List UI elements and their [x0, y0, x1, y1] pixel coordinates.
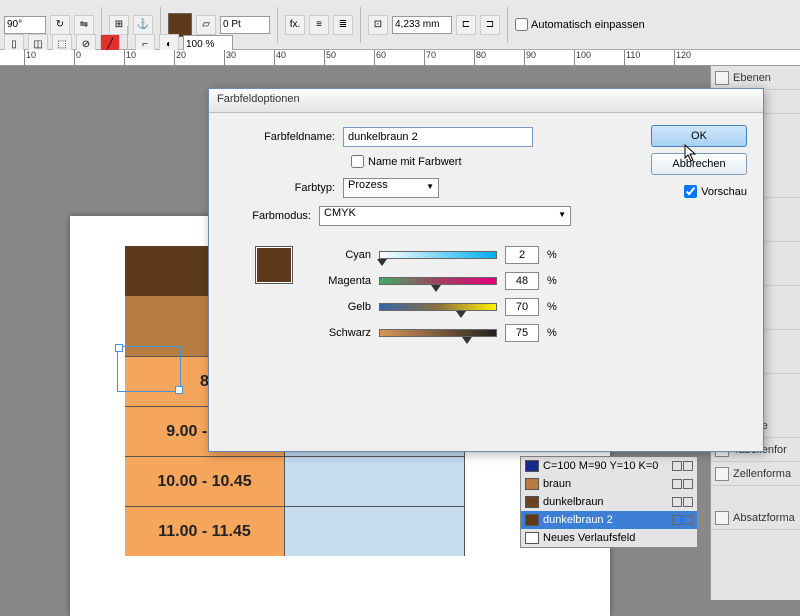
cyan-slider[interactable] — [379, 251, 497, 259]
cellstyle-icon — [715, 467, 729, 481]
swatch-row[interactable]: Neues Verlaufsfeld — [521, 529, 697, 547]
yellow-value-input[interactable] — [505, 298, 539, 316]
swatch-chip — [525, 496, 539, 508]
swatch-type-icon — [672, 461, 682, 471]
frame-fit-icon[interactable]: ⊡ — [368, 15, 388, 35]
cancel-button[interactable]: Abbrechen — [651, 153, 747, 175]
preview-checkbox[interactable]: Vorschau — [651, 185, 747, 198]
fit-icon-1[interactable]: ⊏ — [456, 15, 476, 35]
swatch-type-icon — [672, 497, 682, 507]
swatch-chip — [525, 532, 539, 544]
panel-ebenen[interactable]: Ebenen — [711, 66, 800, 90]
magenta-label: Magenta — [305, 275, 371, 287]
swatch-chip — [525, 514, 539, 526]
type-label: Farbtyp: — [225, 182, 343, 194]
magenta-slider[interactable] — [379, 277, 497, 285]
wrap-icon[interactable]: ≡ — [309, 15, 329, 35]
color-preview-swatch — [255, 246, 293, 284]
color-type-select[interactable]: Prozess — [343, 178, 439, 198]
panel-zellenforma[interactable]: Zellenforma — [711, 462, 800, 486]
swatch-chip — [525, 478, 539, 490]
dialog-title: Farbfeldoptionen — [209, 89, 763, 113]
black-label: Schwarz — [305, 327, 371, 339]
name-label: Farbfeldname: — [225, 131, 343, 143]
black-value-input[interactable] — [505, 324, 539, 342]
swatch-options-dialog: Farbfeldoptionen OK Abbrechen Vorschau F… — [208, 88, 764, 452]
swatch-mode-icon — [683, 461, 693, 471]
swatch-type-icon — [672, 479, 682, 489]
time-cell: 11.00 - 11.45 — [125, 507, 285, 556]
panel-absatzforma[interactable]: Absatzforma — [711, 506, 800, 530]
swatch-row[interactable]: braun — [521, 475, 697, 493]
layers-icon — [715, 71, 729, 85]
time-cell: 10.00 - 10.45 — [125, 457, 285, 506]
fit-width-input[interactable] — [392, 16, 452, 34]
fx-button[interactable]: fx. — [285, 15, 305, 35]
swatch-mode-icon — [683, 479, 693, 489]
yellow-slider[interactable] — [379, 303, 497, 311]
black-slider[interactable] — [379, 329, 497, 337]
swatches-panel: C=100 M=90 Y=10 K=0 braun dunkelbraun du… — [520, 456, 698, 548]
swatch-chip — [525, 460, 539, 472]
cyan-label: Cyan — [305, 249, 371, 261]
yellow-label: Gelb — [305, 301, 371, 313]
color-mode-select[interactable]: CMYK — [319, 206, 571, 226]
ok-button[interactable]: OK — [651, 125, 747, 147]
swatch-name-input[interactable] — [343, 127, 533, 147]
selection-handles[interactable] — [117, 346, 181, 392]
swatch-row[interactable]: dunkelbraun — [521, 493, 697, 511]
cyan-value-input[interactable] — [505, 246, 539, 264]
swatch-mode-icon — [683, 515, 693, 525]
wrap2-icon[interactable]: ≣ — [333, 15, 353, 35]
swatch-row[interactable]: C=100 M=90 Y=10 K=0 — [521, 457, 697, 475]
swatch-row-selected[interactable]: dunkelbraun 2 — [521, 511, 697, 529]
swatch-type-icon — [672, 515, 682, 525]
magenta-value-input[interactable] — [505, 272, 539, 290]
auto-fit-checkbox[interactable]: Automatisch einpassen — [515, 18, 645, 31]
swatch-mode-icon — [683, 497, 693, 507]
horizontal-ruler: 10 0 10 20 30 40 50 60 70 80 90 100 110 … — [0, 50, 800, 66]
mode-label: Farbmodus: — [225, 210, 319, 222]
parastyle-icon — [715, 511, 729, 525]
fit-icon-2[interactable]: ⊐ — [480, 15, 500, 35]
control-toolbar: ↻ ⇋ ⊞ ⚓ ▱ fx. ≡ ≣ ⊡ ⊏ ⊐ Automatisch einp… — [0, 0, 800, 50]
